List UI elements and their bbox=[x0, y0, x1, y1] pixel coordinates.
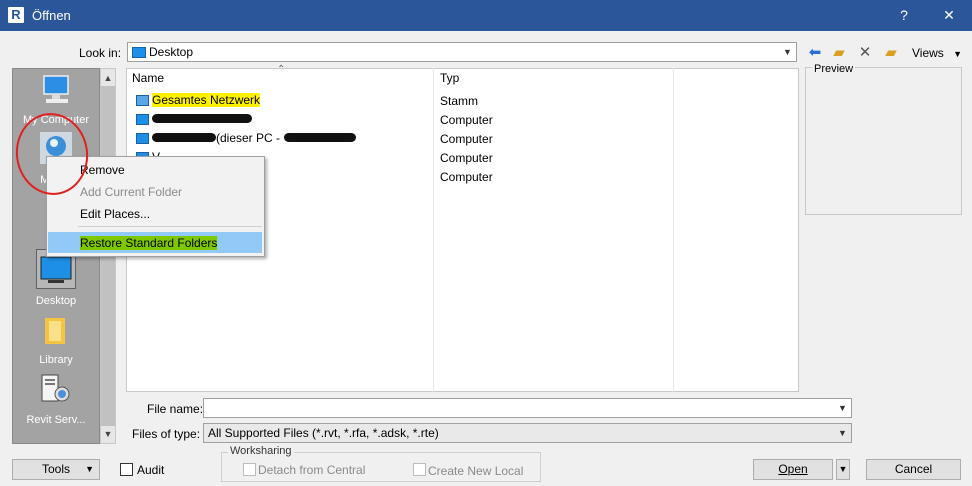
column-separator bbox=[433, 68, 434, 392]
library-icon bbox=[45, 318, 65, 344]
menu-separator bbox=[78, 226, 262, 227]
scroll-down-icon[interactable]: ▼ bbox=[100, 425, 116, 443]
scroll-up-icon[interactable]: ▲ bbox=[100, 69, 116, 87]
help-button[interactable]: ? bbox=[881, 0, 927, 31]
filetype-value: All Supported Files (*.rvt, *.rfa, *.ads… bbox=[208, 426, 439, 440]
place-label: Revit Serv... bbox=[26, 414, 86, 426]
desktop-icon bbox=[40, 256, 72, 283]
views-label: Views bbox=[912, 46, 944, 60]
revit-app-icon: R bbox=[8, 7, 24, 23]
preview-label: Preview bbox=[812, 63, 856, 75]
list-item[interactable]: Gesamtes Netzwerk bbox=[136, 93, 261, 107]
redaction-scribble bbox=[284, 133, 357, 142]
audit-label: Audit bbox=[137, 463, 165, 477]
lookin-combo[interactable]: Desktop ▼ bbox=[127, 42, 797, 62]
tools-button[interactable]: Tools ▼ bbox=[12, 459, 100, 480]
file-type: Stamm bbox=[440, 94, 479, 108]
place-revit-server[interactable]: Revit Serv... bbox=[12, 372, 100, 430]
place-desktop[interactable]: Desktop bbox=[12, 248, 100, 312]
file-name: (dieser PC - bbox=[216, 131, 281, 145]
file-type: Computer bbox=[440, 113, 493, 127]
open-dropdown-icon[interactable]: ▼ bbox=[836, 459, 850, 480]
create-local-checkbox[interactable] bbox=[413, 463, 426, 476]
column-header-type[interactable]: Typ bbox=[440, 71, 459, 85]
place-library[interactable]: Library bbox=[12, 314, 100, 370]
back-icon[interactable]: ⬅ bbox=[805, 43, 825, 63]
chevron-down-icon: ▼ bbox=[838, 428, 847, 438]
detach-checkbox[interactable] bbox=[243, 463, 256, 476]
filetype-combo[interactable]: All Supported Files (*.rvt, *.rfa, *.ads… bbox=[203, 423, 852, 443]
close-button[interactable]: ✕ bbox=[926, 0, 972, 31]
window-title: Öffnen bbox=[32, 8, 71, 23]
detach-label: Detach from Central bbox=[258, 463, 366, 477]
new-folder-icon[interactable]: ▰ bbox=[881, 43, 901, 63]
cancel-button[interactable]: Cancel bbox=[866, 459, 961, 480]
file-type: Computer bbox=[440, 170, 493, 184]
redaction-scribble bbox=[152, 114, 252, 123]
cancel-label: Cancel bbox=[894, 462, 933, 476]
file-type: Computer bbox=[440, 151, 493, 165]
my-computer-icon bbox=[43, 75, 69, 103]
worksharing-label: Worksharing bbox=[228, 445, 294, 457]
create-local-label: Create New Local bbox=[428, 464, 524, 478]
file-name: Gesamtes Netzwerk bbox=[152, 93, 261, 107]
audit-checkbox[interactable] bbox=[120, 463, 133, 476]
sort-up-icon: ⌃ bbox=[277, 64, 286, 75]
title-bar bbox=[0, 0, 972, 31]
tools-label: Tools bbox=[41, 462, 70, 476]
column-separator bbox=[673, 68, 674, 392]
file-type: Computer bbox=[440, 132, 493, 146]
revit-server-icon bbox=[41, 374, 70, 402]
desktop-icon bbox=[132, 47, 146, 58]
computer-icon bbox=[136, 114, 149, 125]
chevron-down-icon: ▼ bbox=[838, 403, 847, 413]
open-button[interactable]: Open bbox=[753, 459, 833, 480]
computer-icon bbox=[136, 133, 149, 144]
chevron-down-icon: ▼ bbox=[783, 47, 792, 57]
filetype-label: Files of type: bbox=[132, 427, 201, 441]
filename-label: File name: bbox=[147, 402, 204, 416]
list-item[interactable]: (dieser PC - bbox=[136, 131, 357, 145]
lookin-value: Desktop bbox=[149, 45, 194, 59]
column-header-name[interactable]: Name bbox=[132, 71, 164, 85]
menu-item-label: Restore Standard Folders bbox=[80, 236, 218, 250]
preview-pane bbox=[805, 67, 962, 215]
lookin-label: Look in: bbox=[79, 46, 122, 60]
place-label: Desktop bbox=[35, 295, 77, 307]
menu-item-restore-standard-folders[interactable]: Restore Standard Folders bbox=[80, 236, 218, 250]
views-dropdown-icon: ▼ bbox=[953, 49, 963, 59]
redaction-scribble bbox=[152, 133, 216, 142]
network-icon bbox=[136, 95, 149, 106]
up-folder-icon[interactable]: ▰ bbox=[829, 43, 849, 63]
chevron-down-icon: ▼ bbox=[85, 464, 94, 474]
delete-icon[interactable]: ✕ bbox=[855, 43, 875, 63]
views-button[interactable]: Views ▼ bbox=[912, 46, 962, 60]
filename-combo[interactable]: ▼ bbox=[203, 398, 852, 418]
place-label: Library bbox=[39, 354, 73, 366]
menu-item-edit-places[interactable]: Edit Places... bbox=[80, 207, 150, 221]
list-item[interactable] bbox=[136, 112, 252, 126]
menu-item-add-current-folder[interactable]: Add Current Folder bbox=[80, 185, 182, 199]
open-label: Open bbox=[778, 462, 808, 476]
